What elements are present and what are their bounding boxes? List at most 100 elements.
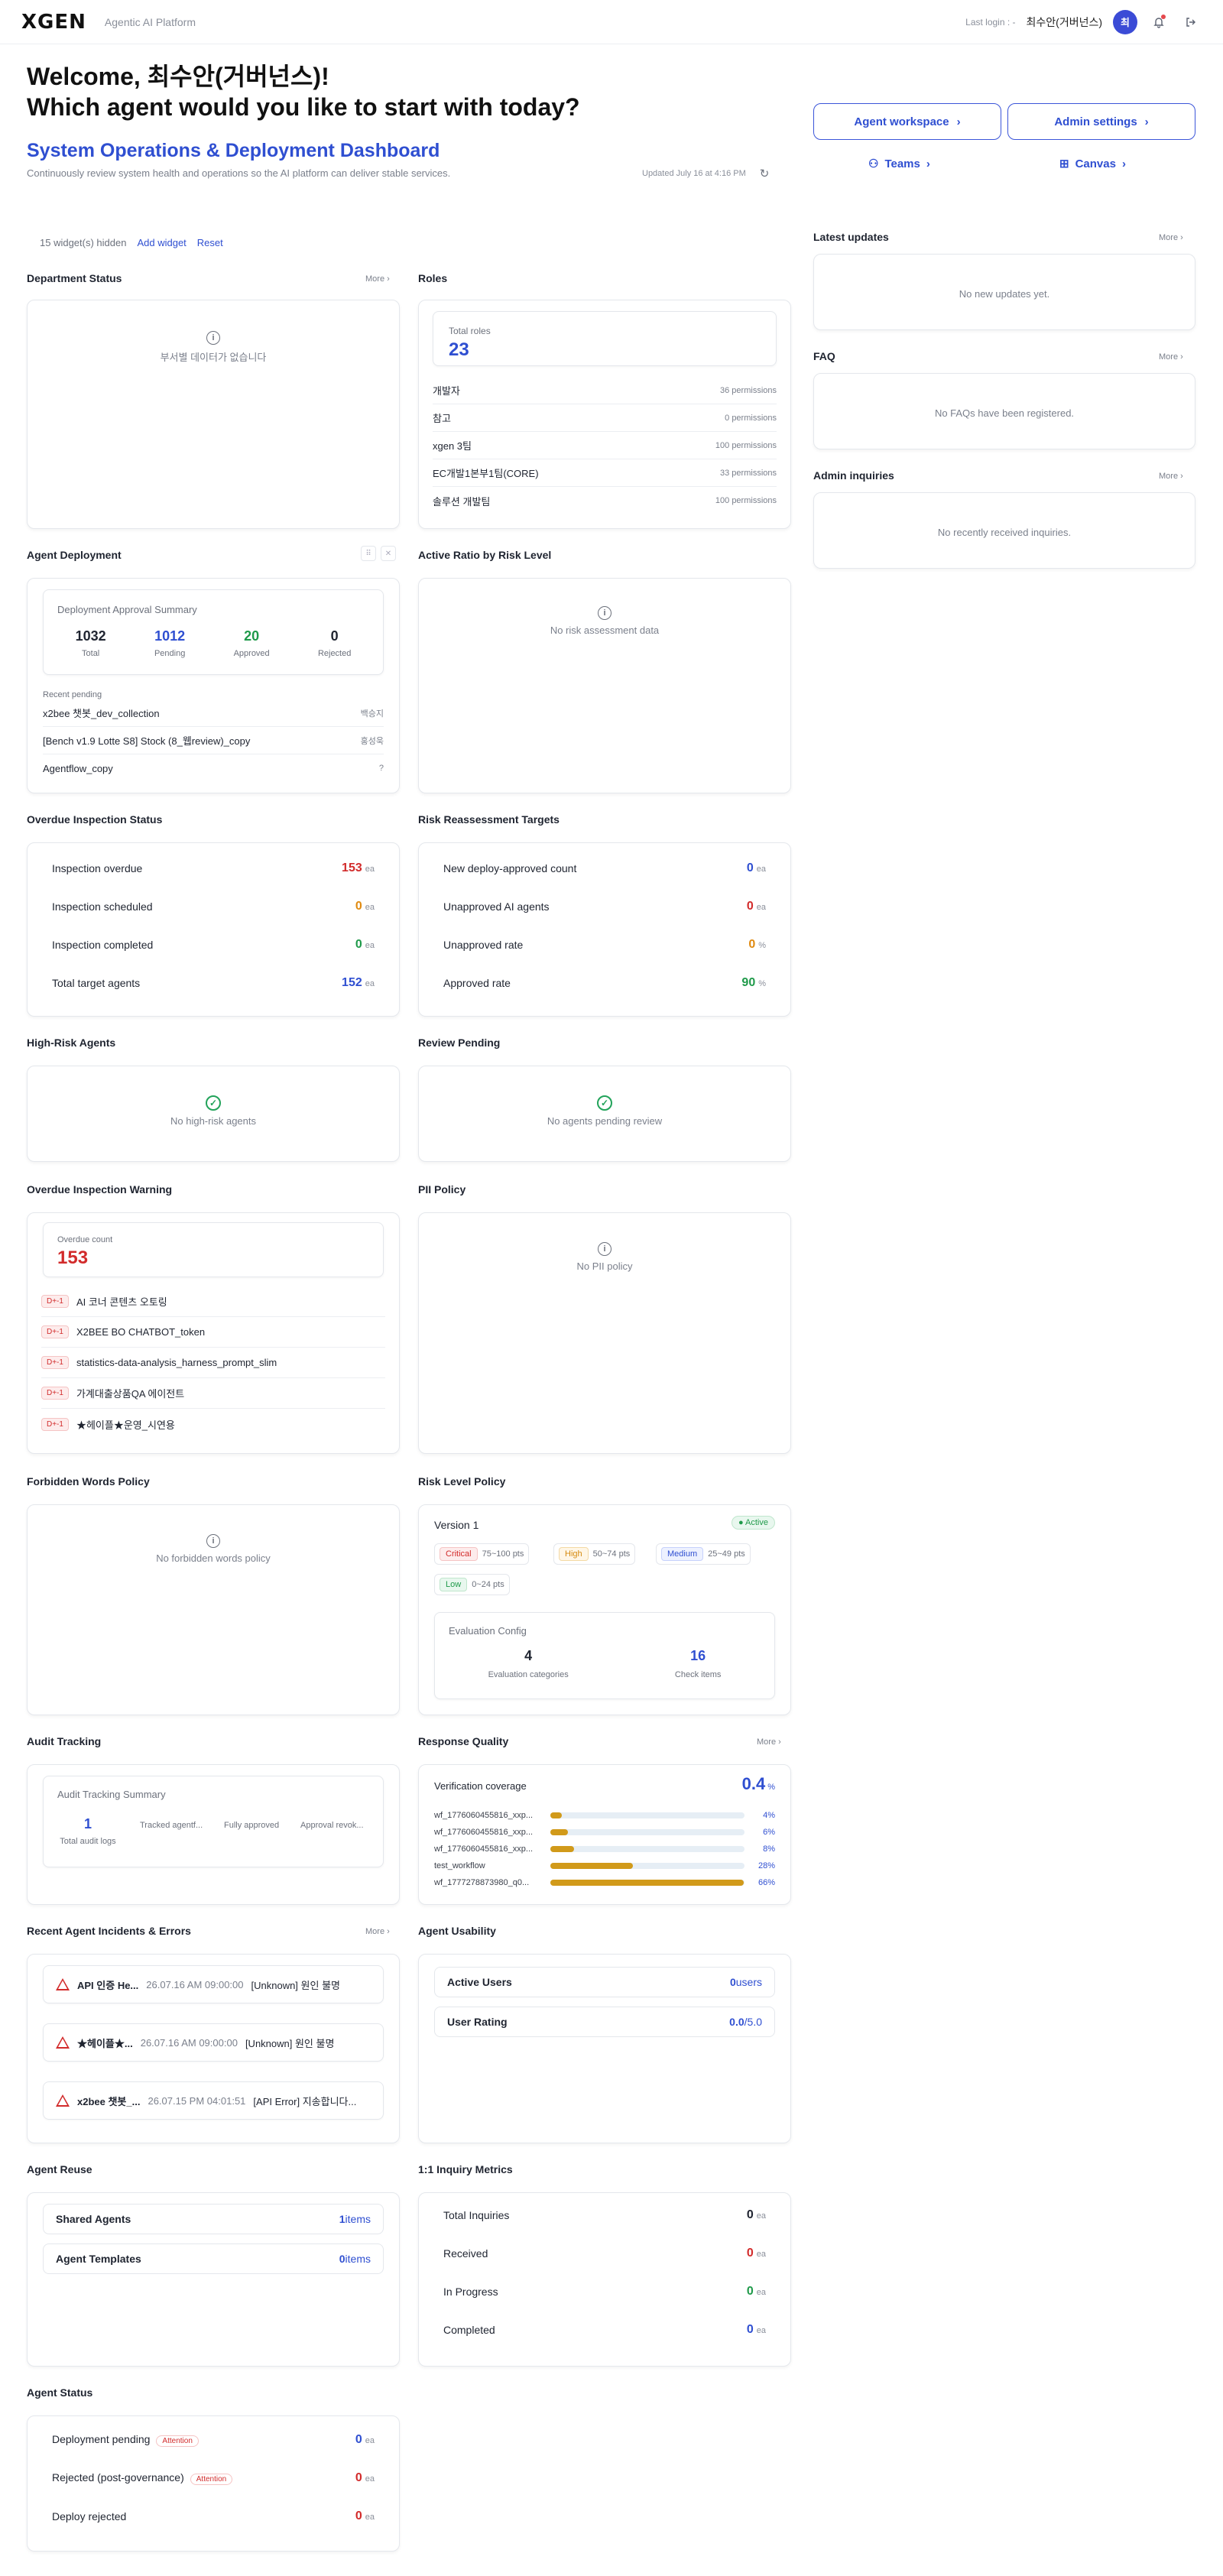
- overdue-agent-row[interactable]: D+-1 AI 코너 콘텐츠 오토링: [41, 1286, 385, 1317]
- stat-value: 0: [746, 2285, 754, 2298]
- total-roles-box: Total roles 23: [433, 311, 777, 366]
- shared-agents-row: Shared Agents 1items: [43, 2204, 384, 2234]
- stat-value: 0: [748, 938, 756, 951]
- agent-workspace-button[interactable]: Agent workspace ›: [813, 103, 1001, 140]
- level-critical: Critical 75~100 pts: [434, 1543, 530, 1565]
- level-high: High 50~74 pts: [553, 1543, 636, 1565]
- overdue-warning-card: Overdue count 153 D+-1 AI 코너 콘텐츠 오토링 D+-1…: [27, 1212, 400, 1454]
- pending-row[interactable]: Agentflow_copy?: [43, 754, 384, 782]
- stat-label: Rejected: [317, 649, 352, 658]
- latest-updates-more[interactable]: More ›: [1159, 233, 1183, 242]
- response-quality-more[interactable]: More ›: [757, 1737, 781, 1747]
- overdue-agent-row[interactable]: D+-1 ★헤이플★운영_시연용: [41, 1409, 385, 1439]
- incident-message: [API Error] 지송합니다...: [253, 2095, 357, 2107]
- incidents-more[interactable]: More ›: [365, 1927, 390, 1936]
- incident-row[interactable]: API 인증 He... 26.07.16 AM 09:00:00 [Unknown…: [43, 1965, 384, 2003]
- workflow-name: wf_1777278873980_q0...: [434, 1878, 530, 1887]
- role-row[interactable]: EC개발1본부1팀(CORE) 33 permissions: [433, 459, 777, 487]
- stat-row: Unapproved AI agents 0 ea: [443, 900, 766, 913]
- check-circle-icon: ✓: [597, 1095, 612, 1111]
- avatar[interactable]: 최: [1113, 9, 1137, 34]
- warning-icon: [56, 2094, 70, 2107]
- grid-icon: ⊞: [1059, 157, 1069, 170]
- usability-card: Active Users 0users User Rating 0.0/5.0: [418, 1954, 791, 2143]
- forbidden-words-title: Forbidden Words Policy: [27, 1475, 150, 1488]
- stat-unit: ea: [756, 2211, 766, 2221]
- refresh-icon[interactable]: ↻: [760, 167, 770, 180]
- pending-row[interactable]: x2bee 챗봇_dev_collection 백승지: [43, 699, 384, 727]
- stat-unit: ea: [756, 2250, 766, 2259]
- stat-value: 1012: [154, 628, 186, 644]
- stat-value: 0: [355, 938, 362, 951]
- chevron-right-icon: ›: [1121, 157, 1126, 170]
- role-row[interactable]: 솔루션 개발팀 100 permissions: [433, 487, 777, 514]
- department-status-more[interactable]: More ›: [365, 274, 390, 284]
- incident-agent: API 인증 He...: [77, 1979, 139, 1991]
- active-users-row: Active Users 0users: [434, 1967, 775, 1997]
- incident-message: [Unknown] 원인 불명: [245, 2037, 335, 2049]
- stat-unit: ea: [756, 2288, 766, 2297]
- incident-row[interactable]: ★헤이플★... 26.07.16 AM 09:00:00 [Unknown] 원인…: [43, 2023, 384, 2062]
- role-row[interactable]: 개발자 36 permissions: [433, 377, 777, 404]
- stat-unit: %: [758, 979, 766, 988]
- reset-link[interactable]: Reset: [197, 237, 223, 248]
- overdue-agent-row[interactable]: D+-1 가계대출상품QA 에이전트: [41, 1378, 385, 1409]
- teams-link[interactable]: ⚇ Teams ›: [868, 157, 930, 171]
- incident-agent: ★헤이플★...: [77, 2037, 133, 2049]
- close-icon[interactable]: ✕: [381, 546, 396, 561]
- check-items: 16 Check items: [675, 1648, 722, 1679]
- pending-agent-name: x2bee 챗봇_dev_collection: [43, 708, 160, 719]
- active-users-unit: users: [735, 1976, 762, 1988]
- level-range: 50~74 pts: [592, 1549, 631, 1559]
- pending-row[interactable]: [Bench v1.9 Lotte S8] Stock (8_웹review)_…: [43, 727, 384, 754]
- faq-more[interactable]: More ›: [1159, 352, 1183, 362]
- overdue-agent-name: ★헤이플★운영_시연용: [76, 1419, 175, 1431]
- role-row[interactable]: 참고 0 permissions: [433, 404, 777, 432]
- overdue-badge: D+-1: [41, 1325, 69, 1338]
- stat-unit: ea: [756, 903, 766, 912]
- incident-agent: x2bee 챗봇_...: [77, 2095, 141, 2107]
- bell-icon[interactable]: [1148, 11, 1169, 33]
- coverage-bar-fill: [550, 1846, 574, 1852]
- stat-value: 0: [746, 2208, 754, 2221]
- stat-row: Received 0 ea: [443, 2247, 766, 2260]
- risk-reassessment-title: Risk Reassessment Targets: [418, 813, 560, 826]
- latest-updates-empty: No new updates yet.: [959, 288, 1050, 300]
- stat-row: Total target agents 152 ea: [52, 976, 375, 990]
- stat-row: Completed 0 ea: [443, 2323, 766, 2337]
- overdue-agent-row[interactable]: D+-1 statistics-data-analysis_harness_pro…: [41, 1348, 385, 1378]
- pii-policy-title: PII Policy: [418, 1183, 466, 1196]
- stat-row: Rejected (post-governance) Attention 0 ea: [52, 2471, 375, 2485]
- welcome-line-2: Which agent would you like to start with…: [27, 93, 580, 121]
- user-rating-row: User Rating 0.0/5.0: [434, 2007, 775, 2037]
- stat-label: Approved: [233, 649, 270, 658]
- overdue-agent-row[interactable]: D+-1 X2BEE BO CHATBOT_token: [41, 1317, 385, 1348]
- stat-value: 1032: [75, 628, 106, 644]
- stat-row: Deployment pending Attention 0 ea: [52, 2433, 375, 2447]
- incident-row[interactable]: x2bee 챗봇_... 26.07.15 PM 04:01:51 [API Err…: [43, 2081, 384, 2120]
- more-label: More: [1159, 233, 1179, 242]
- role-name: EC개발1본부1팀(CORE): [433, 468, 539, 479]
- logo[interactable]: XGEN: [21, 11, 86, 34]
- pending-agent-name: Agentflow_copy: [43, 762, 113, 774]
- user-rating-value: 0.0: [729, 2016, 745, 2028]
- workflow-name: wf_1776060455816_xxp...: [434, 1844, 534, 1854]
- pin-icon[interactable]: ⠿: [361, 546, 376, 561]
- add-widget-link[interactable]: Add widget: [137, 237, 186, 248]
- chevron-right-icon: ›: [956, 115, 961, 128]
- pending-agent-owner: 홍성욱: [360, 736, 384, 746]
- admin-settings-button[interactable]: Admin settings ›: [1007, 103, 1195, 140]
- overdue-badge: D+-1: [41, 1387, 69, 1400]
- total-roles-value: 23: [449, 339, 469, 360]
- agent-templates-row: Agent Templates 0items: [43, 2243, 384, 2274]
- level-name: High: [559, 1547, 589, 1561]
- canvas-link[interactable]: ⊞ Canvas ›: [1059, 157, 1126, 171]
- teams-label: Teams: [884, 157, 920, 170]
- logout-icon[interactable]: [1180, 11, 1202, 33]
- admin-inquiries-more[interactable]: More ›: [1159, 472, 1183, 481]
- stat-row: Inspection overdue 153 ea: [52, 861, 375, 875]
- role-row[interactable]: xgen 3팀 100 permissions: [433, 432, 777, 459]
- coverage-bar-track: [550, 1812, 745, 1818]
- more-label: More: [757, 1737, 777, 1747]
- incident-time: 26.07.16 AM 09:00:00: [146, 1978, 244, 1990]
